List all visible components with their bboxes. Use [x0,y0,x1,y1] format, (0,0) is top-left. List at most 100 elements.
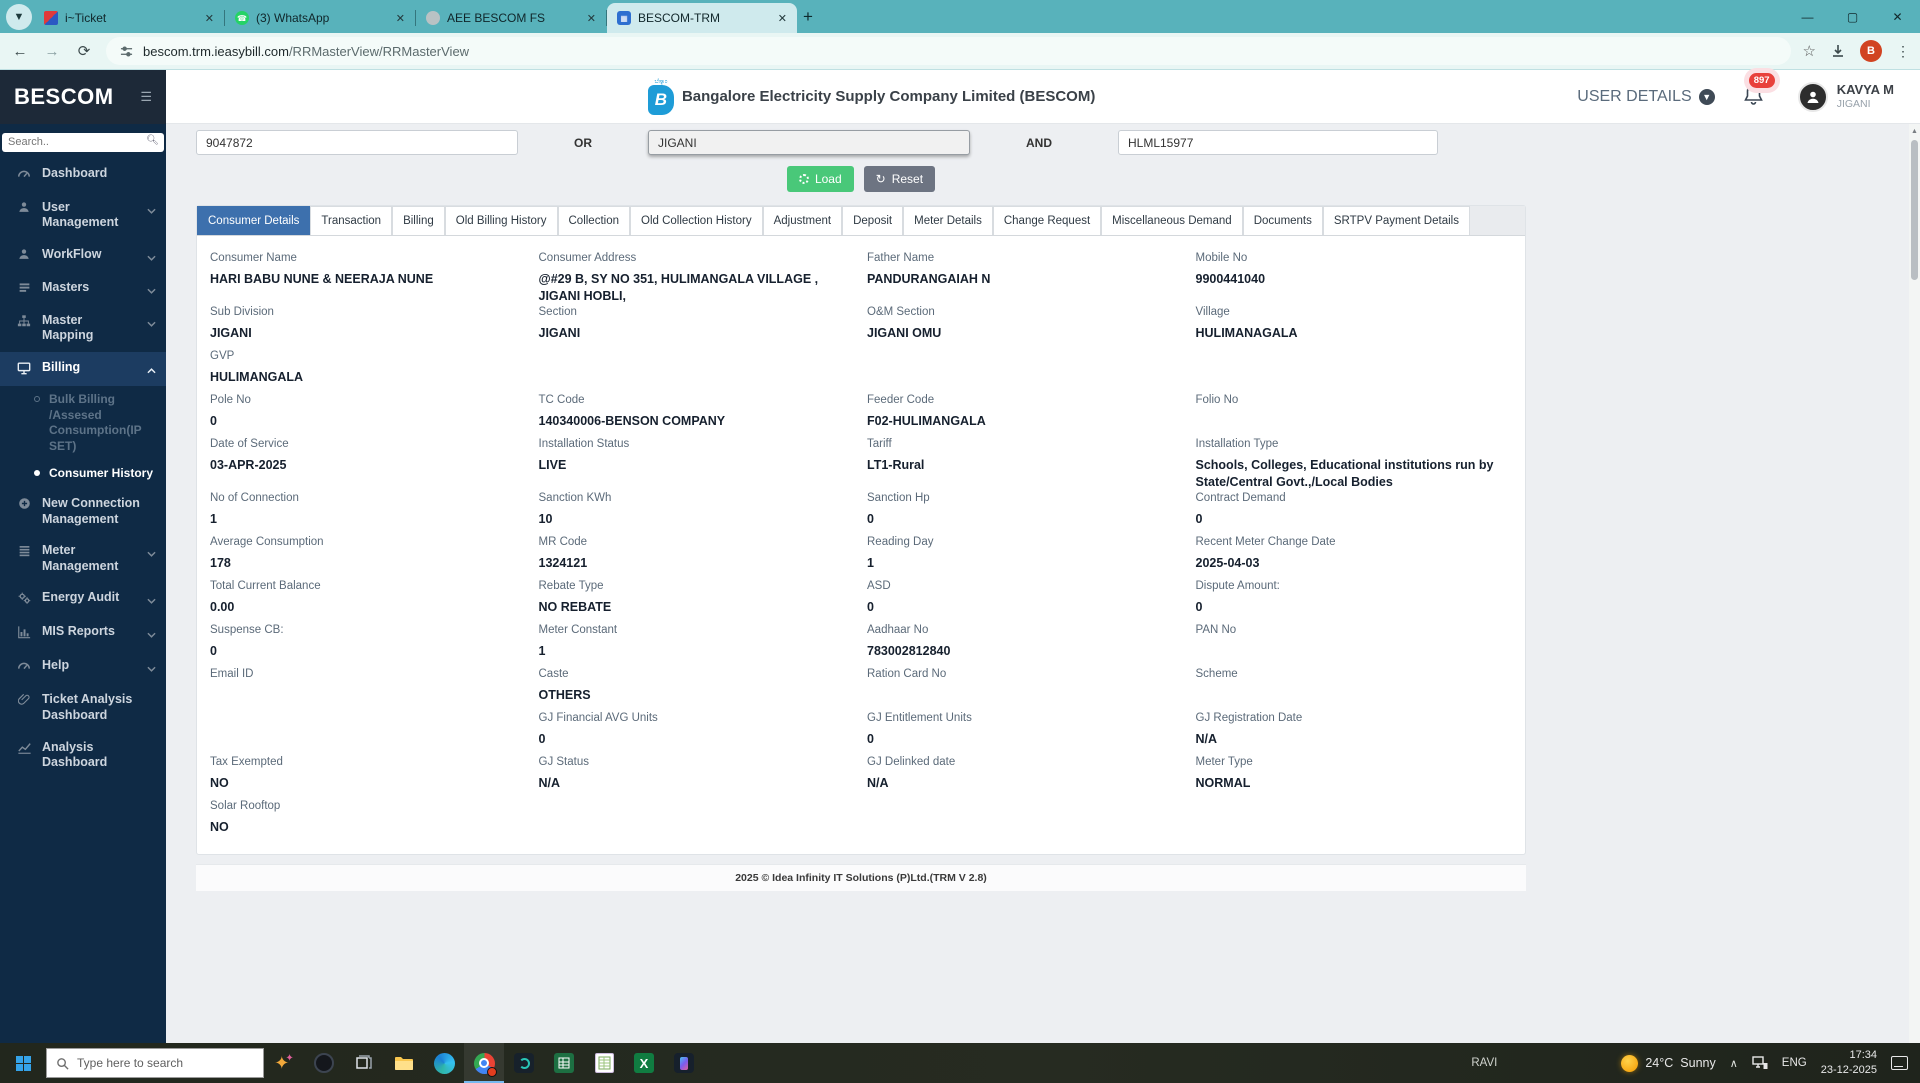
taskbar-app-copilot-sparkle-icon[interactable]: ✦ ✦ [264,1043,304,1083]
sidebar-item-user-management[interactable]: User Management [0,192,166,239]
empty-cell [539,350,856,393]
tab-change-request[interactable]: Change Request [992,206,1102,235]
field-folio-no: Folio No [1196,394,1513,437]
new-tab-button[interactable]: + [803,7,813,27]
tab-consumer-details[interactable]: Consumer Details [197,206,311,235]
user-details-dropdown[interactable]: USER DETAILS ▼ [1577,88,1715,106]
tab-collection[interactable]: Collection [557,206,630,235]
user-avatar[interactable] [1797,81,1828,112]
browser-tab--3-whatsapp[interactable]: ☎ (3) WhatsApp ✕ [225,3,415,33]
field-solar-rooftop: Solar Rooftop NO [210,800,527,843]
app-header: ಬೆಸ್ಕಾಂ B Bangalore Electricity Supply C… [166,70,1920,124]
sidebar-item-energy-audit[interactable]: Energy Audit [0,582,166,616]
tab-title: BESCOM-TRM [638,11,720,25]
sidebar-subitem-consumer-history[interactable]: Consumer History [0,460,166,488]
tab-old-collection-history[interactable]: Old Collection History [630,206,763,235]
tab-close-icon[interactable]: ✕ [585,12,598,25]
site-settings-icon[interactable] [120,45,133,58]
sidebar-item-label: WorkFlow [42,246,102,261]
field-suspense-cb: Suspense CB: 0 [210,624,527,667]
tab-title: (3) WhatsApp [256,11,330,25]
address-bar[interactable]: bescom.trm.ieasybill.com/RRMasterView/RR… [106,37,1791,65]
taskbar-app-edge-icon[interactable] [424,1043,464,1083]
taskbar-app-task-view-icon[interactable] [344,1043,384,1083]
scrollbar-up-arrow[interactable]: ▲ [1909,124,1920,135]
taskbar-search[interactable]: Type here to search [46,1048,264,1078]
window-close-button[interactable]: ✕ [1875,0,1920,33]
bescom-favicon: ▦ [617,11,631,25]
sidebar-item-billing[interactable]: Billing [0,352,166,386]
tab-close-icon[interactable]: ✕ [203,12,216,25]
sidebar-item-master-mapping[interactable]: Master Mapping [0,305,166,352]
sidebar-item-dashboard[interactable]: Dashboard [0,158,166,192]
sidebar-item-workflow[interactable]: WorkFlow [0,239,166,272]
tab-meter-details[interactable]: Meter Details [903,206,993,235]
window-maximize-button[interactable]: ▢ [1830,0,1875,33]
sidebar-subitem-bulk-billing-assesed-consumption-ip-set-[interactable]: Bulk Billing /Assesed Consumption(IP SET… [0,386,166,460]
browser-profile-avatar[interactable]: B [1860,40,1882,62]
load-button[interactable]: Load [786,166,854,192]
field-value: F02-HULIMANGALA [867,413,986,428]
sidebar-search-icon[interactable]: 🔍︎ [146,135,159,146]
window-minimize-button[interactable]: — [1785,0,1830,33]
tab-old-billing-history[interactable]: Old Billing History [444,206,558,235]
field-consumer-name: Consumer Name HARI BABU NUNE & NEERAJA NU… [210,252,527,305]
weather-widget[interactable]: 24°C Sunny [1621,1054,1716,1072]
scrollbar-thumb[interactable] [1911,140,1918,280]
sidebar-item-new-connection-management[interactable]: New Connection Management [0,488,166,535]
taskbar-app-excel-grid-icon[interactable] [544,1043,584,1083]
sidebar-item-meter-management[interactable]: Meter Management [0,535,166,582]
section-select[interactable] [648,130,970,155]
sidebar-item-ticket-analysis-dashboard[interactable]: Ticket Analysis Dashboard [0,684,166,731]
page-scrollbar[interactable]: ▲ [1909,124,1920,1043]
language-indicator[interactable]: ENG [1782,1057,1807,1069]
tab-deposit[interactable]: Deposit [842,206,904,235]
sidebar-item-mis-reports[interactable]: MIS Reports [0,616,166,650]
sidebar-item-analysis-dashboard[interactable]: Analysis Dashboard [0,732,166,779]
taskbar-app-chrome-icon[interactable] [464,1043,504,1083]
taskbar-app-phone-link-icon[interactable] [664,1043,704,1083]
browser-tab-i-ticket[interactable]: i~Ticket ✕ [34,3,224,33]
tab-srtpv-payment-details[interactable]: SRTPV Payment Details [1322,206,1470,235]
tab-transaction[interactable]: Transaction [310,206,393,235]
taskbar-app-file-explorer-icon[interactable] [384,1043,424,1083]
hidden-icons-caret[interactable]: ∧ [1730,1057,1738,1070]
taskbar-app-excel-icon[interactable]: X [624,1043,664,1083]
field-value: 0 [538,731,546,746]
tab-search-button[interactable]: ▼ [6,4,32,30]
field-section: Section JIGANI [539,306,856,349]
tab-close-icon[interactable]: ✕ [394,12,407,25]
back-button[interactable]: ← [10,43,30,60]
tab-adjustment[interactable]: Adjustment [762,206,843,235]
browser-tab-bescom-trm[interactable]: ▦ BESCOM-TRM ✕ [607,3,797,33]
field-value: 2025-04-03 [1195,555,1260,570]
tab-close-icon[interactable]: ✕ [776,12,789,25]
tab-billing[interactable]: Billing [392,206,445,235]
sidebar-toggle-icon[interactable]: ☰ [140,89,152,105]
taskbar-clock[interactable]: 17:34 23-12-2025 [1821,1048,1877,1078]
account-id-input[interactable] [1118,130,1438,155]
taskbar-app-dark-circle-app-icon[interactable] [304,1043,344,1083]
rr-number-input[interactable] [196,130,518,155]
bookmark-star-icon[interactable]: ☆ [1803,42,1816,60]
download-icon[interactable] [1830,43,1846,59]
taskbar-app-dark-app-icon[interactable] [504,1043,544,1083]
action-center-icon[interactable] [1891,1056,1908,1070]
tab-miscellaneous-demand[interactable]: Miscellaneous Demand [1101,206,1243,235]
reset-button[interactable]: ↻ Reset [863,166,936,192]
sidebar-item-masters[interactable]: Masters [0,272,166,305]
reload-button[interactable]: ⟳ [74,42,94,60]
start-button[interactable] [0,1043,46,1083]
chevron-down-icon: ▼ [1698,88,1715,105]
field-label: Rebate Type [538,579,604,592]
chevron-down-icon [147,546,156,560]
browser-tab-aee-bescom-fs[interactable]: AEE BESCOM FS ✕ [416,3,606,33]
tab-documents[interactable]: Documents [1242,206,1323,235]
browser-menu-icon[interactable]: ⋮ [1896,43,1910,60]
sidebar-item-help[interactable]: Help [0,650,166,684]
notifications-bell[interactable]: 897 [1743,73,1775,110]
forward-button[interactable]: → [42,43,62,60]
network-icon[interactable] [1752,1056,1768,1070]
taskbar-app-calc-sheet-icon[interactable] [584,1043,624,1083]
sidebar-search-input[interactable] [2,132,164,152]
